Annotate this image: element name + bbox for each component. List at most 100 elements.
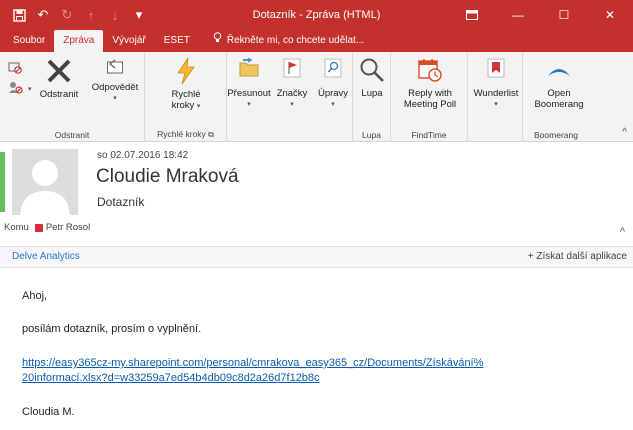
tags-label: Značky <box>276 88 308 99</box>
document-link-line-1: https://easy365cz-my.sharepoint.com/pers… <box>22 357 484 369</box>
body-greeting: Ahoj, <box>22 290 48 302</box>
zoom-button[interactable]: Lupa <box>357 56 387 99</box>
quick-steps-label-2: kroky ▾ <box>172 100 201 112</box>
delete-x-icon <box>44 56 74 86</box>
recipient-name: Petr Rosol <box>45 222 91 233</box>
group-label-odstranit: Odstranit <box>54 130 90 140</box>
get-more-addins-button[interactable]: + Získat další aplikace <box>528 251 627 262</box>
title-bar: ↶ ↻ ↑ ↓ ▾ Dotazník - Zpráva (HTML) — ☐ ✕ <box>0 0 633 30</box>
rychle-kroky-label-text: Rychlé kroky <box>157 129 206 139</box>
wunderlist-icon <box>481 56 511 80</box>
document-link-line-2: 20informací.xlsx?d=w33259a7ed54b4db09c8d… <box>22 372 320 384</box>
delete-button[interactable]: Odstranit <box>38 56 80 100</box>
reply-meeting-poll-button[interactable]: Reply with Meeting Poll <box>395 56 465 110</box>
reply-dropdown-icon: ▾ <box>113 95 117 102</box>
dialog-launcher-icon[interactable]: ⧉ <box>208 130 214 139</box>
plus-icon: + <box>527 251 534 262</box>
wunderlist-dropdown-icon: ▾ <box>494 101 498 108</box>
open-boomerang-label-1: Open <box>547 88 571 99</box>
open-boomerang-label-2: Boomerang <box>534 99 584 110</box>
maximize-icon[interactable]: ☐ <box>541 0 587 30</box>
message-date: so 02.07.2016 18:42 <box>97 150 189 161</box>
tags-button[interactable]: Značky ▾ <box>274 56 310 110</box>
meeting-poll-label-2: Meeting Poll <box>403 99 457 110</box>
flag-icon <box>277 56 307 80</box>
group-label-rychle-kroky: Rychlé kroky ⧉ <box>145 129 226 140</box>
move-button[interactable]: Přesunout ▾ <box>227 56 271 110</box>
ignore-icon <box>8 60 22 77</box>
collapse-ribbon-icon[interactable]: ^ <box>622 127 627 138</box>
group-boomerang: Open Boomerang Boomerang ^ <box>523 52 633 142</box>
zoom-label: Lupa <box>361 88 383 99</box>
body-signature: Cloudia M. <box>22 406 75 418</box>
person-silhouette-icon <box>12 149 78 215</box>
editing-label: Úpravy <box>317 88 349 99</box>
editing-button[interactable]: Úpravy ▾ <box>315 56 351 110</box>
avatar[interactable] <box>12 149 78 215</box>
move-dropdown-icon: ▾ <box>247 101 251 108</box>
tell-me-text: Řekněte mi, co chcete udělat... <box>226 35 365 46</box>
group-findtime: Reply with Meeting Poll FindTime <box>391 52 468 142</box>
tab-soubor[interactable]: Soubor <box>4 30 54 52</box>
group-move-tags-edit: Přesunout ▾ Značky ▾ Úpravy ▾ <box>227 52 353 142</box>
sender-name[interactable]: Cloudie Mraková <box>96 166 239 188</box>
move-folder-icon <box>234 56 264 80</box>
open-boomerang-button[interactable]: Open Boomerang <box>529 56 589 110</box>
reply-button[interactable]: Odpovědět ▾ <box>88 56 142 104</box>
group-label-boomerang: Boomerang <box>534 130 578 140</box>
recipient-chip[interactable]: Petr Rosol <box>34 222 91 233</box>
presence-busy-icon <box>34 223 43 232</box>
move-label: Přesunout <box>227 88 271 99</box>
group-label-findtime: FindTime <box>411 130 447 140</box>
quick-steps-dropdown-icon: ▾ <box>196 103 201 110</box>
search-find-icon <box>318 56 348 80</box>
quick-steps-label-2-text: kroky <box>171 100 195 111</box>
message-body: Ahoj, posílám dotazník, prosím o vyplněn… <box>0 268 633 430</box>
to-label: Komu <box>4 222 29 233</box>
group-odstranit: ▾ Odstranit Odpovědět ▾ Odstranit <box>0 52 145 142</box>
group-wunderlist: Wunderlist ▾ <box>468 52 523 142</box>
delve-analytics-link[interactable]: Delve Analytics <box>12 251 80 262</box>
group-rychle-kroky: Rychlé kroky ▾ Rychlé kroky ⧉ <box>145 52 227 142</box>
magnifier-icon <box>357 56 387 84</box>
collapse-header-icon[interactable]: ^ <box>620 226 625 238</box>
tags-dropdown-icon: ▾ <box>290 101 294 108</box>
minimize-icon[interactable]: — <box>495 0 541 30</box>
wunderlist-button[interactable]: Wunderlist ▾ <box>470 56 522 110</box>
ribbon-tabs: Soubor Zpráva Vývojář ESET Řekněte mi, c… <box>0 30 633 52</box>
calendar-clock-icon <box>415 56 445 84</box>
meeting-poll-label-1: Reply with <box>408 88 452 99</box>
tab-vyvojar[interactable]: Vývojář <box>103 30 154 52</box>
reply-icon <box>105 56 125 78</box>
body-line-1: posílám dotazník, prosím o vyplnění. <box>22 323 202 335</box>
message-header <box>0 142 633 246</box>
tell-me-box[interactable]: Řekněte mi, co chcete udělat... <box>199 30 364 52</box>
wunderlist-label: Wunderlist <box>473 88 519 99</box>
lightning-icon <box>171 56 201 86</box>
junk-dropdown-icon: ▾ <box>28 85 32 93</box>
message-subject: Dotazník <box>97 195 145 209</box>
window-controls: — ☐ ✕ <box>449 0 633 30</box>
get-more-label: Získat další aplikace <box>536 251 627 262</box>
recipients-row: Komu Petr Rosol <box>4 222 90 233</box>
quick-steps-button[interactable]: Rychlé kroky ▾ <box>163 56 209 112</box>
group-lupa: Lupa Lupa <box>353 52 391 142</box>
junk-button[interactable]: ▾ <box>8 80 32 97</box>
group-label-lupa: Lupa <box>362 130 381 140</box>
presence-status-bar <box>0 152 5 212</box>
tab-eset[interactable]: ESET <box>155 30 199 52</box>
ribbon-display-options-icon[interactable] <box>449 0 495 30</box>
close-icon[interactable]: ✕ <box>587 0 633 30</box>
ignore-button[interactable] <box>8 60 22 77</box>
ribbon: ▾ Odstranit Odpovědět ▾ Odstranit Rychlé… <box>0 52 633 142</box>
tab-zprava[interactable]: Zpráva <box>54 30 104 52</box>
junk-icon <box>8 80 24 97</box>
delete-label: Odstranit <box>39 89 79 100</box>
addins-bar: Delve Analytics + Získat další aplikace <box>0 246 633 268</box>
quick-steps-label-1: Rychlé <box>171 89 201 100</box>
lightbulb-icon <box>213 30 222 52</box>
document-link[interactable]: https://easy365cz-my.sharepoint.com/pers… <box>22 356 582 386</box>
boomerang-icon <box>544 56 574 84</box>
editing-dropdown-icon: ▾ <box>331 101 335 108</box>
reply-label: Odpovědět <box>91 82 139 93</box>
